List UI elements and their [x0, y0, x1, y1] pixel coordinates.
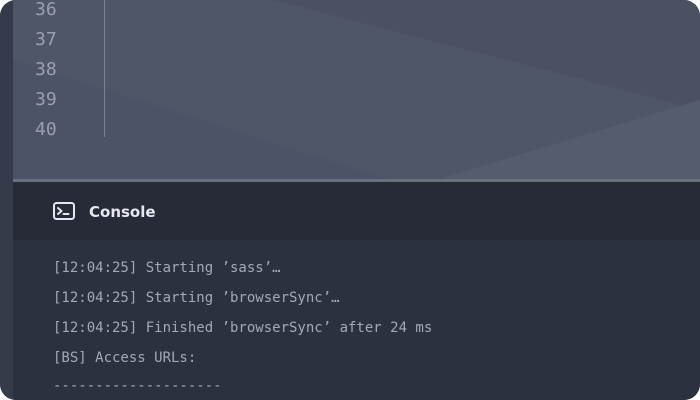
console-line: [12:04:25] Starting ’sass’… — [53, 260, 281, 276]
console-line: [BS] Access URLs: — [53, 350, 197, 366]
app-window: 36 37 38 39 40 Console [12:04:25] Starti… — [0, 0, 700, 400]
console-line: [12:04:25] Starting ’browserSync’… — [53, 290, 340, 306]
window-left-edge — [0, 0, 13, 400]
line-number: 40 — [35, 119, 57, 140]
console-line: [12:04:25] Finished ’browserSync’ after … — [53, 320, 433, 336]
line-number: 38 — [35, 59, 57, 80]
gutter-divider — [104, 0, 105, 137]
console-title: Console — [89, 203, 156, 221]
code-editor[interactable]: 36 37 38 39 40 — [13, 0, 700, 181]
editor-background-shapes — [13, 0, 700, 181]
terminal-icon — [53, 202, 75, 220]
line-number: 39 — [35, 89, 57, 110]
console-output[interactable]: [12:04:25] Starting ’sass’… [12:04:25] S… — [13, 240, 700, 400]
line-number: 37 — [35, 29, 57, 50]
line-number-gutter: 36 37 38 39 40 — [13, 0, 105, 181]
console-header[interactable]: Console — [13, 182, 700, 240]
console-line: -------------------- — [53, 378, 222, 394]
line-number: 36 — [35, 0, 57, 20]
